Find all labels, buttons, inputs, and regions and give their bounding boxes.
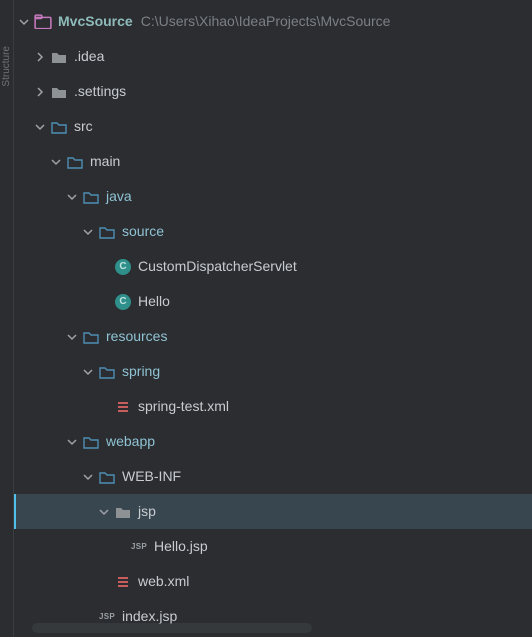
project-path: C:\Users\Xihao\IdeaProjects\MvcSource	[141, 4, 391, 39]
structure-tab-label[interactable]: Structure	[1, 46, 12, 87]
project-name: MvcSource	[58, 4, 133, 39]
chevron-down-icon[interactable]	[18, 16, 30, 28]
folder-icon	[114, 503, 132, 521]
chevron-none	[98, 296, 110, 308]
chevron-down-icon[interactable]	[34, 121, 46, 133]
tree-row-hello[interactable]: C Hello	[14, 284, 532, 319]
tree-row-settings[interactable]: .settings	[14, 74, 532, 109]
folder-icon	[50, 83, 68, 101]
folder-icon	[50, 118, 68, 136]
xml-file-icon	[114, 573, 132, 591]
tool-window-gutter: Structure	[0, 0, 14, 637]
tree-row-cds[interactable]: C CustomDispatcherServlet	[14, 249, 532, 284]
class-icon: C	[114, 293, 132, 311]
folder-icon	[82, 433, 100, 451]
chevron-none	[114, 541, 126, 553]
chevron-down-icon[interactable]	[82, 471, 94, 483]
chevron-none	[98, 576, 110, 588]
tree-row-webxml[interactable]: web.xml	[14, 564, 532, 599]
chevron-down-icon[interactable]	[66, 191, 78, 203]
chevron-down-icon[interactable]	[66, 331, 78, 343]
tree-row-src[interactable]: src	[14, 109, 532, 144]
horizontal-scrollbar[interactable]	[32, 623, 312, 633]
tree-row-spring[interactable]: spring	[14, 354, 532, 389]
jsp-file-icon: JSP	[130, 538, 148, 556]
tree-item-label: source	[122, 214, 164, 249]
chevron-right-icon[interactable]	[34, 86, 46, 98]
tree-row-java[interactable]: java	[14, 179, 532, 214]
folder-icon	[98, 223, 116, 241]
folder-icon	[66, 153, 84, 171]
tree-item-label: CustomDispatcherServlet	[138, 249, 297, 284]
chevron-right-icon[interactable]	[34, 51, 46, 63]
folder-icon	[98, 363, 116, 381]
tree-item-label: jsp	[138, 494, 156, 529]
chevron-down-icon[interactable]	[50, 156, 62, 168]
tree-row-idea[interactable]: .idea	[14, 39, 532, 74]
tree-item-label: Hello.jsp	[154, 529, 208, 564]
folder-icon	[98, 468, 116, 486]
tree-item-label: .idea	[74, 39, 104, 74]
tree-item-label: java	[106, 179, 132, 214]
tree-item-label: src	[74, 109, 93, 144]
tree-item-label: spring	[122, 354, 160, 389]
chevron-none	[98, 261, 110, 273]
tree-row-springtest[interactable]: spring-test.xml	[14, 389, 532, 424]
tree-row-main[interactable]: main	[14, 144, 532, 179]
class-icon: C	[114, 258, 132, 276]
tree-item-label: WEB-INF	[122, 459, 181, 494]
tree-row-jsp[interactable]: jsp	[14, 494, 532, 529]
folder-icon	[82, 188, 100, 206]
tree-row-hellojsp[interactable]: JSP Hello.jsp	[14, 529, 532, 564]
folder-icon	[50, 48, 68, 66]
project-tree: MvcSource C:\Users\Xihao\IdeaProjects\Mv…	[14, 0, 532, 637]
chevron-none	[82, 611, 94, 623]
tree-item-label: resources	[106, 319, 167, 354]
tree-item-label: webapp	[106, 424, 155, 459]
tree-item-label: main	[90, 144, 120, 179]
tree-item-label: web.xml	[138, 564, 189, 599]
tree-row-webapp[interactable]: webapp	[14, 424, 532, 459]
tree-item-label: Hello	[138, 284, 170, 319]
chevron-down-icon[interactable]	[82, 226, 94, 238]
tree-item-label: spring-test.xml	[138, 389, 229, 424]
tree-root-row[interactable]: MvcSource C:\Users\Xihao\IdeaProjects\Mv…	[14, 4, 532, 39]
chevron-down-icon[interactable]	[82, 366, 94, 378]
folder-icon	[82, 328, 100, 346]
tree-row-webinf[interactable]: WEB-INF	[14, 459, 532, 494]
tree-row-source[interactable]: source	[14, 214, 532, 249]
xml-file-icon	[114, 398, 132, 416]
chevron-down-icon[interactable]	[98, 506, 110, 518]
chevron-none	[98, 401, 110, 413]
tree-item-label: .settings	[74, 74, 126, 109]
chevron-down-icon[interactable]	[66, 436, 78, 448]
module-icon	[34, 13, 52, 31]
tree-row-resources[interactable]: resources	[14, 319, 532, 354]
